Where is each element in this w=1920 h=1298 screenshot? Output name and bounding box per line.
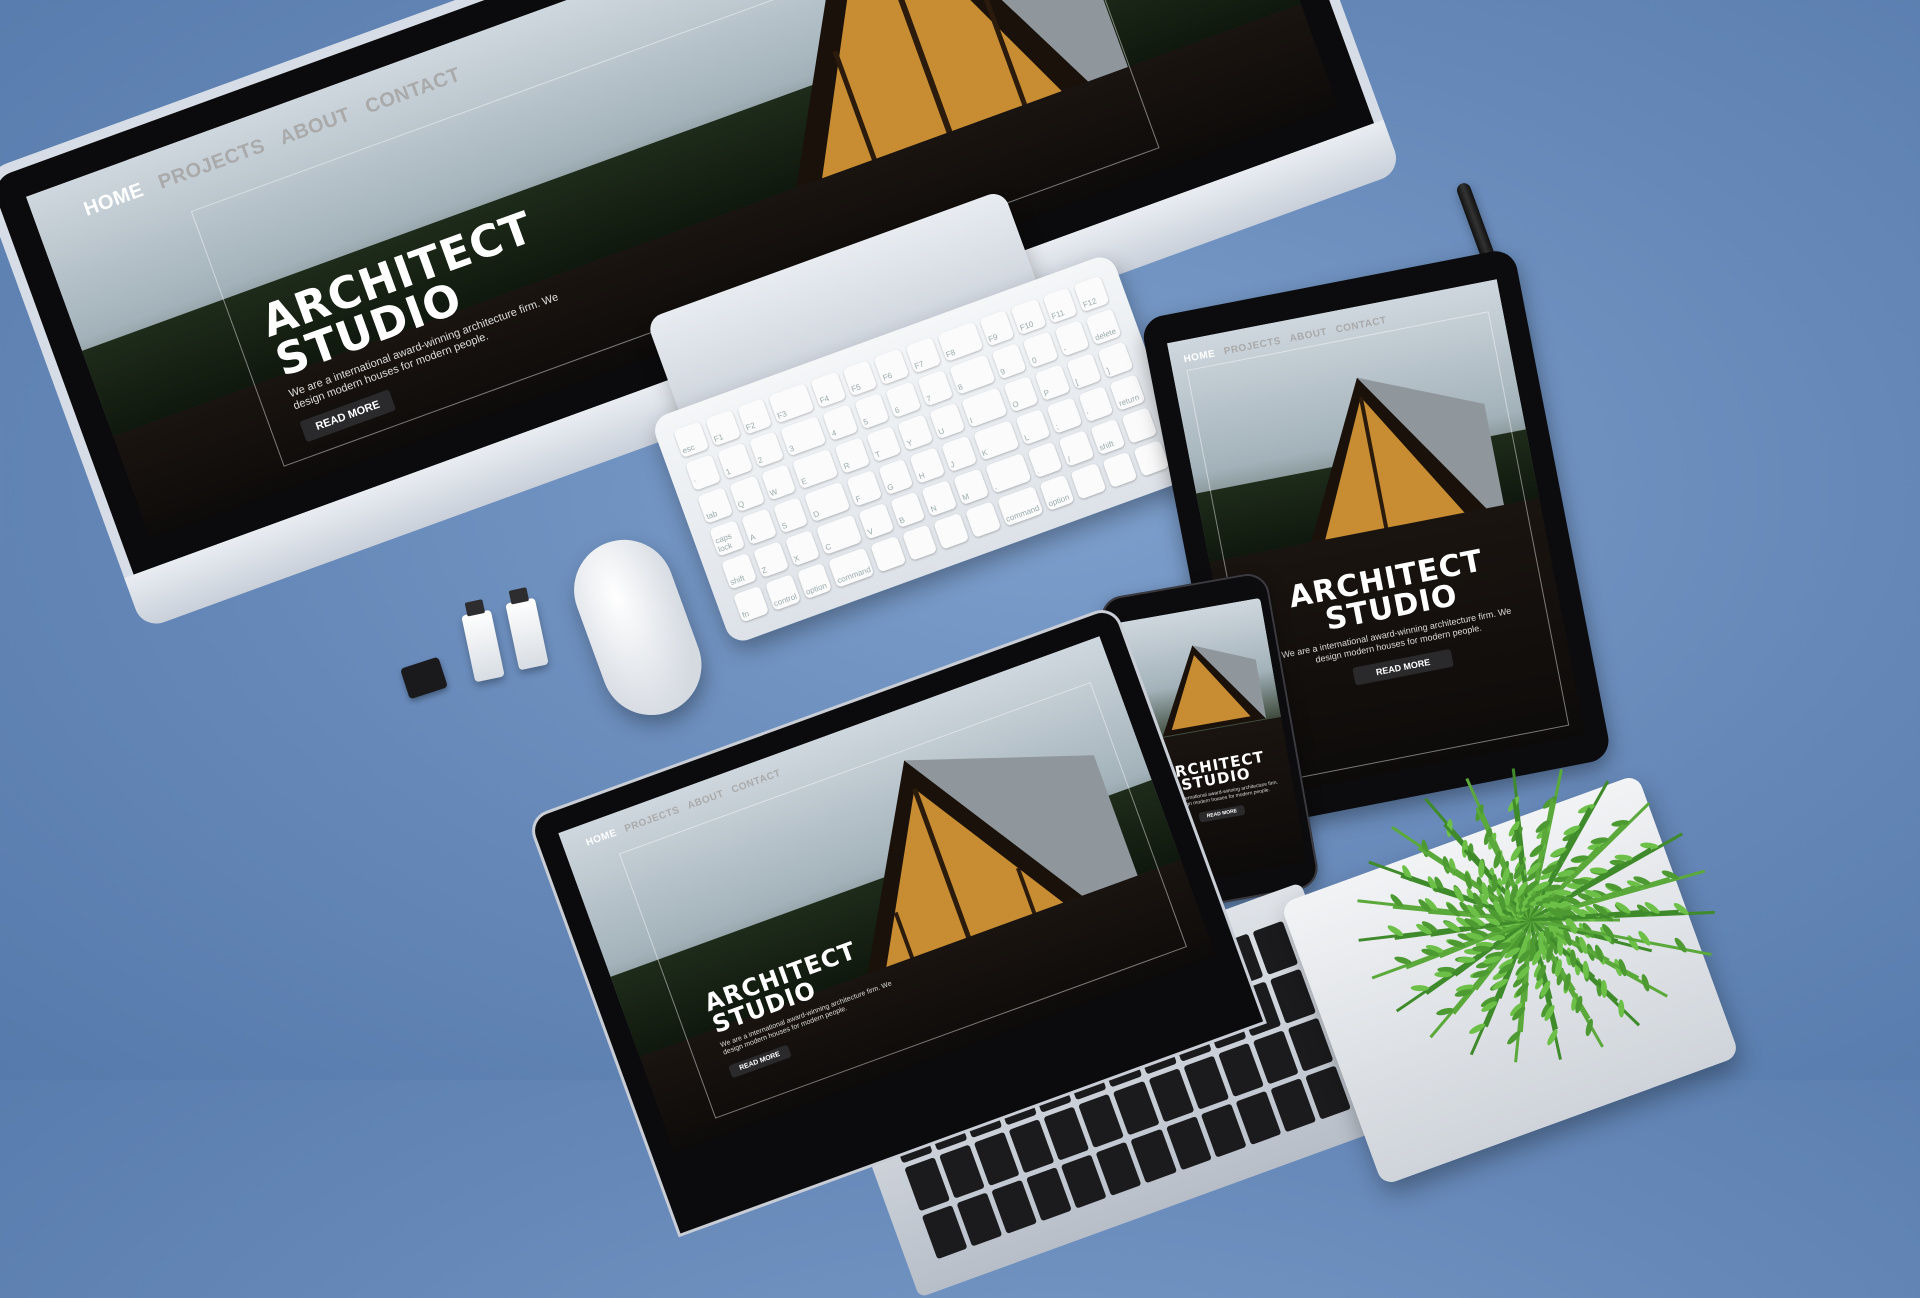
- keyboard-key: D: [804, 481, 851, 523]
- keyboard-key: B: [889, 491, 926, 529]
- keyboard-key: X: [784, 529, 821, 567]
- keyboard-key: S: [772, 496, 809, 534]
- keyboard-key: [1121, 407, 1158, 444]
- keyboard-key: caps lock: [708, 519, 745, 557]
- keyboard-key: C: [816, 514, 863, 555]
- keyboard-key: F5: [842, 359, 878, 397]
- plant-leaf: [1436, 1007, 1454, 1016]
- plant-leaf: [1507, 1030, 1521, 1045]
- keyboard-key: R: [834, 437, 871, 474]
- keyboard-key: `: [685, 454, 721, 491]
- keyboard-key: J: [941, 435, 977, 473]
- keyboard-key: O: [1003, 375, 1039, 413]
- keyboard-key: N: [921, 479, 958, 517]
- keyboard-key: 1: [716, 442, 753, 480]
- plant-leaves: [1357, 768, 1715, 1063]
- plant-leaf: [1434, 971, 1453, 978]
- keyboard-key: 9: [991, 342, 1027, 380]
- plant-leaf: [1410, 985, 1429, 992]
- keyboard-key: W: [760, 463, 797, 501]
- keyboard-key: ]: [1097, 341, 1134, 378]
- keyboard-key: tab: [697, 487, 733, 524]
- plant-leaf: [1627, 935, 1639, 951]
- keyboard-key: -: [1054, 319, 1091, 357]
- usb-drive-1: [461, 599, 505, 683]
- keyboard-key: F2: [736, 398, 773, 435]
- plant-leaf: [1638, 930, 1651, 946]
- binder-clip: [400, 656, 448, 700]
- keyboard-key: Y: [897, 414, 934, 451]
- keyboard-key: G: [877, 458, 914, 496]
- keyboard-key: control: [764, 574, 801, 611]
- keyboard-key: ,: [984, 452, 1032, 494]
- keyboard-key: 4: [822, 404, 859, 441]
- keyboard-key: option: [796, 562, 833, 600]
- keyboard-key: U: [929, 402, 965, 440]
- keyboard-key: I: [960, 387, 1008, 428]
- keyboard-key: [933, 512, 970, 550]
- keyboard-key: Q: [728, 475, 765, 513]
- keyboard-key: .: [1027, 441, 1063, 479]
- keyboard-key: F: [846, 469, 883, 507]
- keyboard-key: shift: [1090, 418, 1126, 456]
- keyboard-key: H: [909, 446, 946, 484]
- plant-leaf: [1674, 937, 1687, 953]
- keyboard-key: Z: [752, 541, 789, 579]
- keyboard-key: 7: [917, 369, 953, 407]
- usb-connector: [508, 587, 530, 605]
- keyboard-key: esc: [673, 421, 709, 459]
- keyboard-key: delete: [1085, 308, 1122, 346]
- keyboard-key: [1102, 451, 1138, 489]
- keyboard-key: E: [792, 448, 839, 490]
- keyboard-key: T: [866, 425, 902, 463]
- keyboard-key: fn: [732, 585, 769, 623]
- keyboard-key: 8: [948, 354, 996, 395]
- keyboard-key: F8: [936, 321, 984, 363]
- keyboard-key: command: [996, 485, 1044, 527]
- keyboard-key: ': [1078, 385, 1114, 423]
- keyboard-key: 2: [748, 431, 785, 468]
- keyboard-key: M: [953, 468, 989, 506]
- keyboard-key: /: [1058, 430, 1095, 467]
- keyboard-key: F9: [979, 309, 1015, 347]
- keyboard-key: L: [1015, 408, 1051, 446]
- keyboard-key: shift: [720, 552, 757, 590]
- usb-connector: [464, 599, 486, 617]
- keyboard-key: 3: [780, 415, 827, 457]
- keyboard-key: V: [858, 502, 895, 540]
- keyboard-key: [: [1066, 352, 1102, 390]
- keyboard-key: F1: [704, 409, 741, 447]
- keyboard-key: F12: [1073, 275, 1110, 313]
- usb-drive-2: [505, 587, 549, 671]
- plant-leaf: [1618, 999, 1625, 1018]
- keyboard-key: A: [740, 508, 777, 546]
- keyboard-key: F3: [768, 382, 815, 424]
- keyboard-key: [1070, 462, 1107, 500]
- keyboard-key: F6: [873, 348, 910, 386]
- keyboard-key: P: [1034, 364, 1071, 401]
- mouse: [560, 525, 716, 730]
- keyboard-key: [870, 535, 907, 573]
- keyboard-key: F7: [905, 336, 942, 374]
- potted-plant: [1357, 768, 1715, 1063]
- keyboard-key: 5: [854, 392, 890, 430]
- keyboard-key: 0: [1022, 331, 1059, 369]
- keyboard-key: F4: [810, 371, 847, 408]
- keyboard-key: command: [827, 547, 875, 588]
- keyboard-key: F11: [1042, 286, 1079, 324]
- keyboard-key: [901, 524, 938, 561]
- keyboard-key: return: [1109, 374, 1146, 411]
- keyboard-key: option: [1038, 474, 1075, 512]
- keyboard-key: 6: [885, 381, 922, 418]
- keyboard-key: F10: [1010, 298, 1047, 336]
- keyboard-key: ;: [1046, 397, 1083, 434]
- keyboard-key: [965, 501, 1001, 538]
- keyboard-key: K: [972, 420, 1020, 461]
